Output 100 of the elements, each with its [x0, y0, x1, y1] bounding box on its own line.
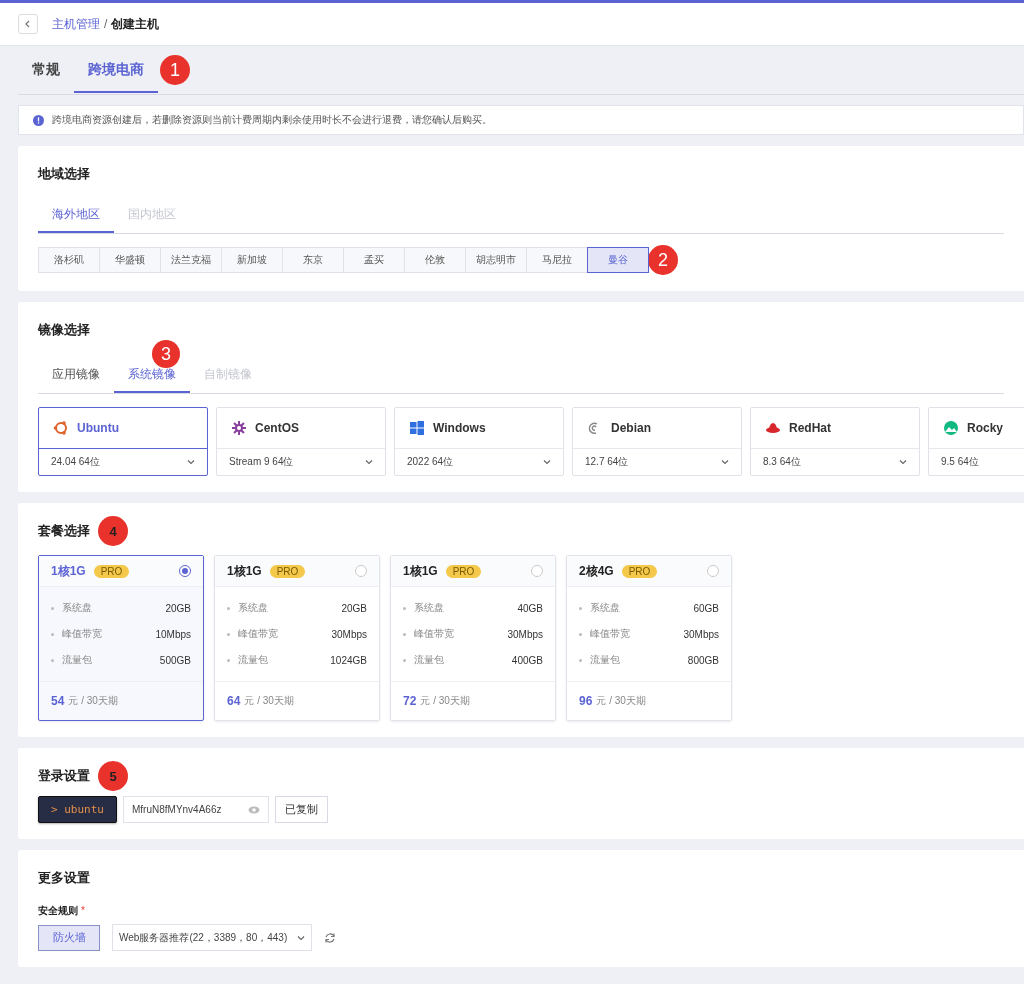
caret-icon — [543, 458, 551, 466]
section-title: 地域选择 — [38, 165, 90, 183]
password-field[interactable]: MfruN8fMYnv4A66z — [123, 796, 269, 823]
version-dropdown[interactable]: 8.3 64位 — [751, 449, 919, 475]
spec-label: 流量包 — [227, 653, 268, 667]
plan-card[interactable]: 1核1G PRO 系统盘 40GB 峰值带宽 30Mbps 流量包 400GB 72 元 / 30天期 — [390, 555, 556, 721]
spec-value: 1024GB — [330, 654, 367, 666]
os-name: Debian — [611, 421, 651, 435]
spec-label: 系统盘 — [403, 601, 444, 615]
os-card[interactable]: Windows 2022 64位 — [394, 407, 564, 476]
breadcrumb-separator: / — [104, 16, 108, 31]
caret-icon — [187, 458, 195, 466]
spec-label: 峰值带宽 — [403, 627, 454, 641]
annotation-marker: 3 — [152, 340, 180, 368]
os-name: Ubuntu — [77, 421, 119, 435]
plan-card[interactable]: 1核1G PRO 系统盘 20GB 峰值带宽 30Mbps 流量包 1024GB 64 元 / 30天期 — [214, 555, 380, 721]
plan-name: 1核1G — [51, 562, 86, 580]
radio-button[interactable] — [179, 565, 191, 577]
annotation-marker: 2 — [648, 245, 678, 275]
rule-dropdown[interactable]: Web服务器推荐(22，3389，80，443) — [112, 924, 313, 951]
region-option[interactable]: 孟买 — [343, 247, 405, 273]
notice-text: 跨境电商资源创建后，若删除资源则当前计费周期内剩余使用时长不会进行退费，请您确认后购买。 — [52, 113, 492, 127]
os-card[interactable]: Debian 12.7 64位 — [572, 407, 742, 476]
username-button[interactable]: > ubuntu — [38, 796, 117, 823]
spec-label: 流量包 — [579, 653, 620, 667]
region-option[interactable]: 胡志明市 — [465, 247, 527, 273]
os-card[interactable]: Ubuntu 24.04 64位 — [38, 407, 208, 476]
spec-label: 峰值带宽 — [227, 627, 278, 641]
spec-value: 20GB — [165, 602, 191, 614]
tab[interactable]: 跨境电商 — [74, 47, 158, 93]
mountain-icon — [943, 420, 959, 436]
section-title: 更多设置 — [38, 869, 90, 887]
spec-value: 60GB — [693, 602, 719, 614]
price: 96 — [579, 694, 593, 708]
firewall-button[interactable]: 防火墙 — [38, 924, 100, 951]
spec-label: 流量包 — [403, 653, 444, 667]
version-dropdown[interactable]: 2022 64位 — [395, 449, 563, 475]
price-unit: 元 / 30天期 — [596, 694, 646, 708]
ubuntu-icon — [53, 420, 69, 436]
region-option[interactable]: 马尼拉 — [526, 247, 588, 273]
os-name: Windows — [433, 421, 486, 435]
tab[interactable]: 应用镜像 — [38, 358, 114, 393]
annotation-marker: 1 — [160, 55, 190, 85]
breadcrumb-current: 创建主机 — [111, 16, 160, 31]
spec-value: 40GB — [517, 602, 543, 614]
pro-badge: PRO — [445, 564, 482, 578]
plan-card[interactable]: 2核4G PRO 系统盘 60GB 峰值带宽 30Mbps 流量包 800GB 96 元 / 30天期 — [566, 555, 732, 721]
hat-icon — [765, 420, 781, 436]
breadcrumb-link[interactable]: 主机管理 — [52, 16, 100, 31]
region-option[interactable]: 洛杉矶 — [38, 247, 100, 273]
os-name: CentOS — [255, 421, 299, 435]
os-name: Rocky — [967, 421, 1004, 435]
spec-label: 系统盘 — [227, 601, 268, 615]
price-unit: 元 / 30天期 — [68, 694, 118, 708]
os-card[interactable]: Rocky 9.5 64位 — [928, 407, 1024, 476]
caret-icon — [899, 458, 907, 466]
region-option[interactable]: 伦敦 — [404, 247, 466, 273]
pro-badge: PRO — [621, 564, 658, 578]
plan-name: 1核1G — [403, 562, 438, 580]
region-option[interactable]: 曼谷 — [587, 247, 649, 273]
section-title: 镜像选择 — [38, 321, 90, 339]
annotation-marker: 4 — [98, 516, 128, 546]
os-card[interactable]: CentOS Stream 9 64位 — [216, 407, 386, 476]
spec-value: 30Mbps — [683, 628, 719, 640]
caret-icon — [297, 933, 306, 942]
region-option[interactable]: 华盛顿 — [99, 247, 161, 273]
version-dropdown[interactable]: 9.5 64位 — [929, 449, 1024, 475]
refresh-icon[interactable] — [324, 931, 337, 944]
os-name: RedHat — [789, 421, 831, 435]
spec-label: 峰值带宽 — [579, 627, 630, 641]
os-card[interactable]: RedHat 8.3 64位 — [750, 407, 920, 476]
copy-button[interactable]: 已复制 — [275, 796, 328, 823]
info-icon — [33, 114, 44, 126]
spec-value: 500GB — [159, 654, 191, 666]
tab[interactable]: 常规 — [18, 47, 74, 93]
spec-value: 30Mbps — [507, 628, 543, 640]
tab[interactable]: 海外地区 — [38, 198, 114, 233]
region-option[interactable]: 法兰克福 — [160, 247, 222, 273]
version-dropdown[interactable]: Stream 9 64位 — [217, 449, 385, 475]
region-option[interactable]: 东京 — [282, 247, 344, 273]
pro-badge: PRO — [93, 564, 130, 578]
spec-value: 20GB — [341, 602, 367, 614]
price: 54 — [51, 694, 65, 708]
gear-icon — [231, 420, 247, 436]
spec-value: 10Mbps — [155, 628, 191, 640]
version-dropdown[interactable]: 24.04 64位 — [39, 449, 207, 475]
plan-card[interactable]: 1核1G PRO 系统盘 20GB 峰值带宽 10Mbps 流量包 500GB 54 元 / 30天期 — [38, 555, 204, 721]
chevron-icon — [24, 20, 32, 28]
spec-value: 800GB — [687, 654, 719, 666]
price-unit: 元 / 30天期 — [244, 694, 294, 708]
section-title: 套餐选择 — [38, 522, 90, 540]
spec-value: 400GB — [511, 654, 543, 666]
caret-icon — [721, 458, 729, 466]
plan-name: 1核1G — [227, 562, 262, 580]
pro-badge: PRO — [269, 564, 306, 578]
region-option[interactable]: 新加坡 — [221, 247, 283, 273]
back-button[interactable] — [18, 14, 38, 34]
version-dropdown[interactable]: 12.7 64位 — [573, 449, 741, 475]
spec-label: 流量包 — [51, 653, 92, 667]
windows-icon — [409, 420, 425, 436]
